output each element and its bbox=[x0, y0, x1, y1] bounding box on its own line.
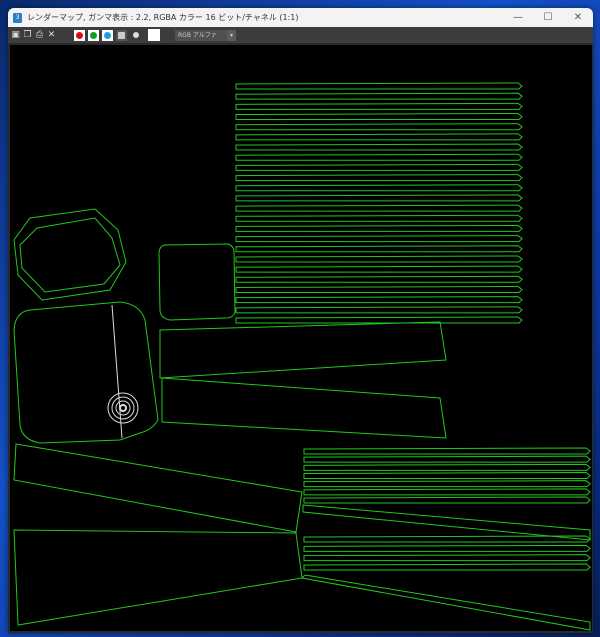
maximize-button[interactable]: ☐ bbox=[533, 12, 563, 23]
chevron-down-icon: ▾ bbox=[227, 29, 236, 41]
uv-strip bbox=[235, 265, 523, 273]
uv-island-band bbox=[302, 504, 591, 541]
window-title: レンダーマップ, ガンマ表示 : 2.2, RGBA カラー 16 ビット/チャ… bbox=[27, 13, 299, 22]
uv-strip bbox=[303, 455, 591, 463]
uv-strip bbox=[303, 463, 591, 471]
channel-select-value: RGB アルファ bbox=[178, 31, 217, 39]
uv-strip bbox=[303, 496, 591, 504]
uv-strip bbox=[235, 224, 523, 232]
uv-strip bbox=[303, 471, 591, 479]
toolbar: ▣ ❐ ⎙ ✕ RGB アルファ ▾ bbox=[8, 27, 593, 43]
uv-wireframe bbox=[13, 82, 591, 631]
uv-island-large bbox=[13, 301, 159, 444]
blue-channel-toggle[interactable] bbox=[102, 29, 113, 41]
uv-strip bbox=[235, 245, 523, 253]
uv-strip bbox=[235, 316, 523, 324]
minimize-button[interactable]: — bbox=[503, 12, 533, 23]
copy-icon[interactable]: ❐ bbox=[23, 30, 32, 40]
print-icon[interactable]: ⎙ bbox=[35, 30, 44, 40]
uv-strip bbox=[235, 235, 523, 243]
uv-island-long-2 bbox=[13, 529, 303, 626]
close-button[interactable]: ✕ bbox=[563, 12, 593, 23]
uv-island-oval-inner bbox=[19, 217, 121, 293]
pivot-gizmo bbox=[107, 304, 139, 439]
render-window: 3 レンダーマップ, ガンマ表示 : 2.2, RGBA カラー 16 ビット/… bbox=[8, 8, 593, 633]
uv-island-panel-2 bbox=[161, 377, 447, 439]
uv-strip bbox=[235, 174, 523, 182]
channel-display-select[interactable]: RGB アルファ ▾ bbox=[175, 29, 236, 41]
uv-island-long-1 bbox=[13, 443, 303, 533]
green-channel-toggle[interactable] bbox=[88, 29, 99, 41]
save-icon[interactable]: ▣ bbox=[11, 30, 20, 40]
uv-strip bbox=[235, 204, 523, 212]
uv-strip bbox=[235, 306, 523, 314]
uv-island-square bbox=[158, 243, 236, 321]
uv-strip bbox=[235, 102, 523, 110]
uv-strip bbox=[303, 535, 591, 543]
uv-strip bbox=[235, 194, 523, 202]
uv-strip bbox=[235, 143, 523, 151]
uv-strip bbox=[303, 563, 591, 571]
uv-strip bbox=[235, 214, 523, 222]
uv-strip bbox=[235, 296, 523, 304]
background-color-swatch[interactable] bbox=[148, 29, 160, 41]
uv-strip bbox=[235, 275, 523, 283]
uv-strip bbox=[235, 163, 523, 171]
uv-strip bbox=[235, 123, 523, 131]
red-channel-toggle[interactable] bbox=[74, 29, 85, 41]
uv-strip bbox=[303, 480, 591, 488]
app-icon: 3 bbox=[13, 12, 22, 23]
clear-icon[interactable]: ✕ bbox=[47, 30, 56, 40]
uv-strip bbox=[235, 92, 523, 100]
uv-island-long-3 bbox=[300, 574, 591, 631]
monochrome-toggle[interactable] bbox=[130, 30, 141, 41]
uv-strip bbox=[235, 133, 523, 141]
uv-strip bbox=[235, 82, 523, 90]
uv-strip bbox=[235, 255, 523, 263]
uv-strip bbox=[235, 285, 523, 293]
render-canvas[interactable] bbox=[10, 45, 592, 631]
uv-island-panel-1 bbox=[159, 321, 447, 379]
uv-strip bbox=[303, 447, 591, 455]
uv-strip bbox=[303, 554, 591, 562]
uv-strip bbox=[303, 488, 591, 496]
uv-strip bbox=[235, 153, 523, 161]
uv-strip bbox=[235, 184, 523, 192]
uv-strip bbox=[303, 544, 591, 552]
alpha-channel-toggle[interactable] bbox=[116, 29, 127, 41]
uv-strip bbox=[235, 113, 523, 121]
title-bar: 3 レンダーマップ, ガンマ表示 : 2.2, RGBA カラー 16 ビット/… bbox=[8, 8, 593, 27]
uv-strips-top bbox=[235, 82, 523, 324]
